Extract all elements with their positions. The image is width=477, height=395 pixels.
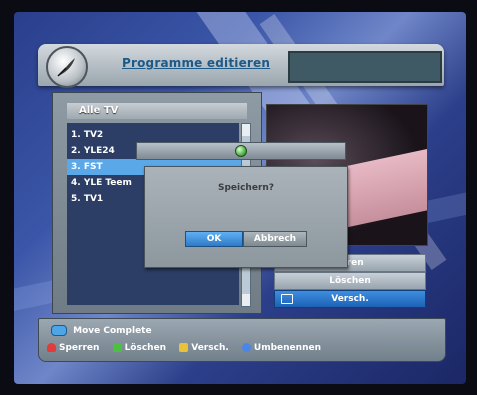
dialog-message: Speichern? — [217, 183, 275, 193]
move-hint: Versch. — [191, 343, 229, 353]
green-dot-icon — [235, 145, 247, 157]
delete-button[interactable]: Löschen — [274, 272, 426, 290]
footer-row-1: Move Complete — [51, 325, 152, 336]
ok-key-icon — [51, 325, 67, 336]
scroll-down-arrow[interactable] — [242, 294, 250, 306]
blue-key-icon — [241, 343, 251, 352]
footer-row-2: Sperren Löschen Versch. Umbenennen — [47, 343, 331, 353]
green-key-icon — [112, 343, 122, 352]
move-button[interactable]: Versch. — [274, 290, 426, 308]
page-title: Programme editieren — [122, 56, 271, 70]
channel-item[interactable]: 1. TV2 — [67, 127, 243, 143]
scroll-up-arrow[interactable] — [242, 124, 250, 136]
rename-hint: Umbenennen — [253, 343, 321, 353]
key-hint-footer: Move Complete Sperren Löschen Versch. Um… — [38, 318, 446, 362]
channel-list-header: Alle TV — [67, 103, 247, 119]
header-info-box — [288, 51, 442, 83]
dialog-title-bar — [136, 142, 346, 160]
ok-button[interactable]: OK — [185, 231, 243, 247]
cancel-button[interactable]: Abbrech — [243, 231, 307, 247]
lock-hint: Sperren — [59, 343, 100, 353]
feather-logo-icon — [46, 46, 88, 88]
move-complete-hint: Move Complete — [73, 326, 152, 336]
yellow-key-icon — [179, 343, 189, 352]
tv-icon — [281, 294, 293, 304]
move-button-label: Versch. — [331, 294, 369, 304]
save-dialog: Speichern? OK Abbrech — [144, 166, 348, 268]
red-key-icon — [47, 343, 56, 352]
menu-header: Programme editieren — [38, 44, 444, 88]
delete-hint: Löschen — [124, 343, 167, 353]
